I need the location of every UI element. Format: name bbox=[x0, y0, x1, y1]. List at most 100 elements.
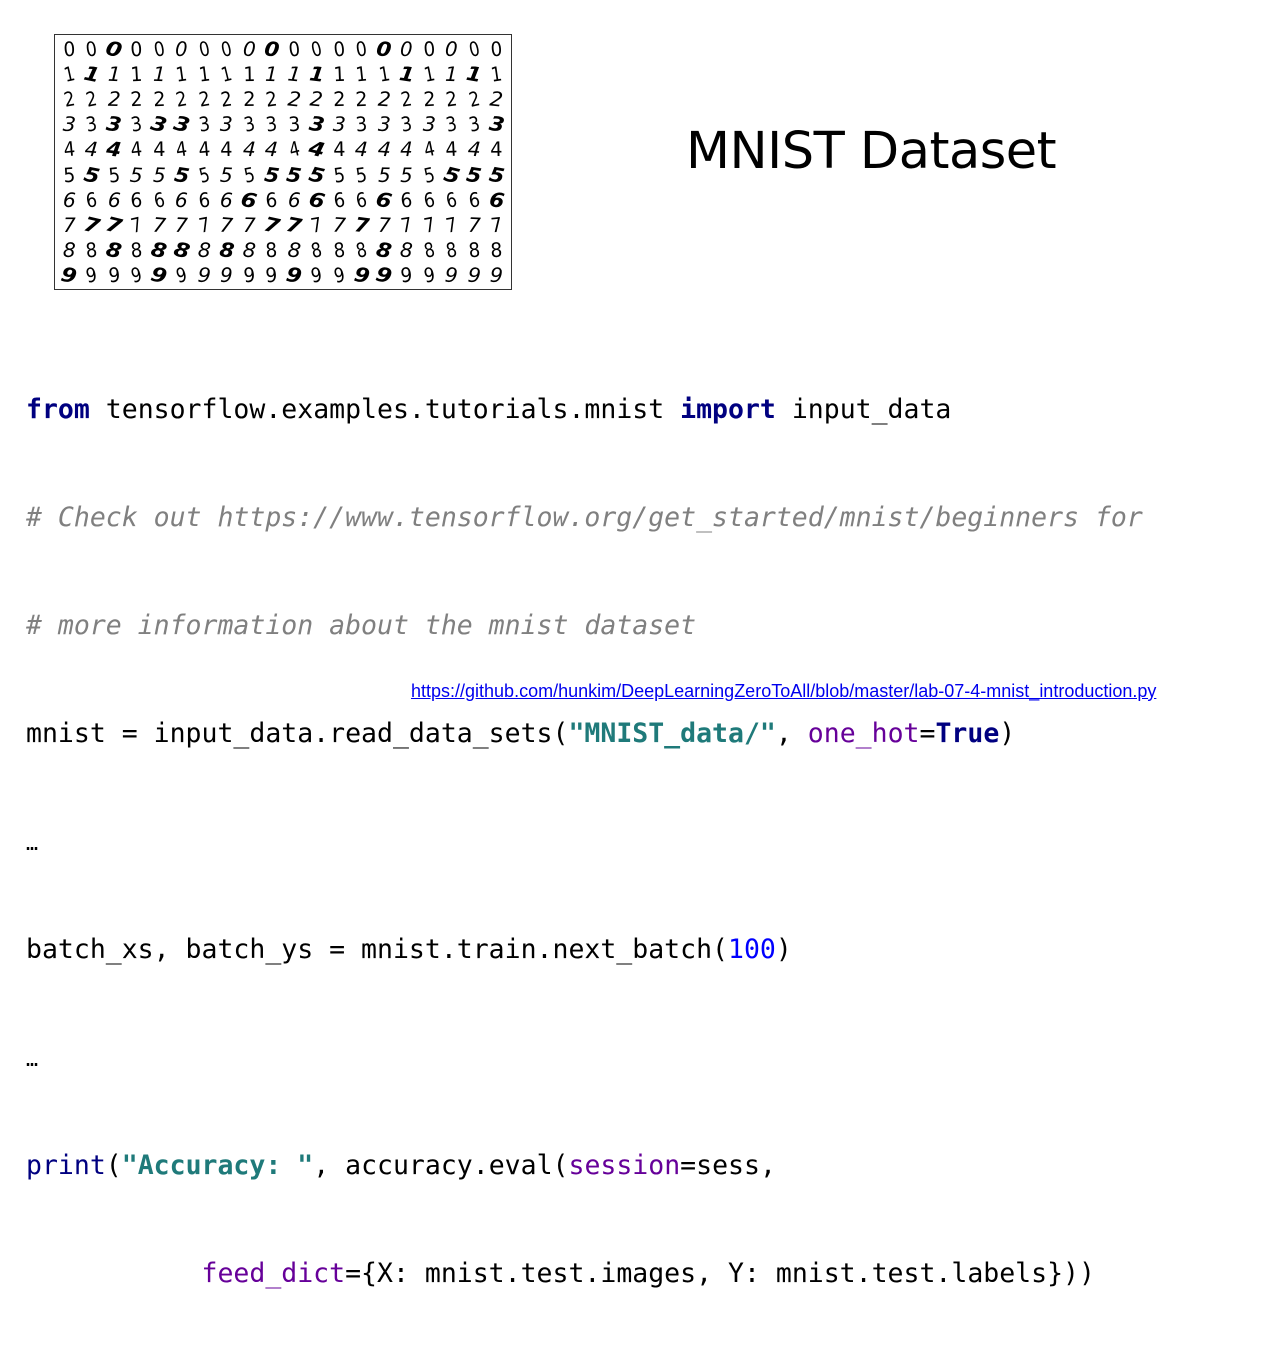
mnist-digit: 9 bbox=[351, 262, 372, 289]
mnist-digit: 9 bbox=[466, 262, 482, 288]
mnist-digit: 2 bbox=[309, 86, 325, 112]
mnist-row: 66666666666666666666 bbox=[58, 186, 508, 214]
mnist-digit: 2 bbox=[355, 86, 369, 112]
mnist-digit: 5 bbox=[62, 162, 76, 187]
mnist-digit: 2 bbox=[61, 86, 77, 112]
mnist-digit: 4 bbox=[286, 136, 303, 163]
mnist-digit: 2 bbox=[332, 86, 346, 112]
mnist-digit: 1 bbox=[489, 61, 504, 87]
code-text: , bbox=[775, 718, 808, 749]
mnist-digit: 8 bbox=[421, 237, 437, 264]
mnist-digit: 6 bbox=[354, 187, 370, 213]
code-text: ={X: mnist.test.images, Y: mnist.test.la… bbox=[345, 1258, 1095, 1289]
code-line-print: print("Accuracy: ", accuracy.eval(sessio… bbox=[26, 1148, 1246, 1184]
mnist-row: 88888888888888888888 bbox=[58, 236, 508, 264]
mnist-digit: 1 bbox=[174, 61, 189, 87]
code-text: , accuracy.eval( bbox=[313, 1150, 569, 1181]
mnist-digit: 9 bbox=[284, 262, 305, 289]
mnist-digit: 6 bbox=[399, 187, 414, 213]
mnist-digit: 7 bbox=[103, 211, 125, 239]
mnist-digit: 4 bbox=[264, 136, 280, 162]
code-line-feed-dict: feed_dict={X: mnist.test.images, Y: mnis… bbox=[26, 1256, 1246, 1292]
mnist-digit: 2 bbox=[399, 86, 415, 112]
mnist-digit: 3 bbox=[287, 111, 301, 137]
mnist-row: 55555555555555555555 bbox=[58, 161, 508, 188]
mnist-digit: 7 bbox=[399, 212, 414, 238]
mnist-digit: 3 bbox=[129, 111, 144, 137]
mnist-digit: 1 bbox=[354, 61, 369, 87]
mnist-digit: 1 bbox=[445, 61, 459, 86]
mnist-digit: 0 bbox=[151, 35, 167, 62]
code-text: batch_xs, batch_ys = mnist.train.next_ba… bbox=[26, 934, 728, 965]
mnist-digit: 1 bbox=[332, 61, 346, 87]
mnist-digit: 0 bbox=[84, 35, 99, 62]
mnist-digit: 0 bbox=[62, 36, 76, 61]
mnist-digit: 9 bbox=[444, 262, 460, 288]
mnist-digit: 6 bbox=[239, 186, 260, 214]
code-string: "Accuracy: " bbox=[121, 1150, 314, 1181]
mnist-digit: 1 bbox=[307, 60, 326, 87]
source-link[interactable]: https://github.com/hunkim/DeepLearningZe… bbox=[411, 681, 1156, 702]
mnist-digit: 7 bbox=[377, 212, 392, 238]
mnist-digit: 1 bbox=[286, 61, 303, 87]
mnist-digit: 3 bbox=[219, 111, 234, 137]
mnist-digit: 3 bbox=[332, 111, 347, 137]
mnist-digit: 7 bbox=[489, 212, 504, 238]
mnist-digit: 5 bbox=[332, 161, 347, 188]
mnist-digit: 3 bbox=[264, 111, 279, 137]
mnist-samples-image: 0000000000000000000011111111111111111111… bbox=[54, 34, 512, 290]
mnist-digit: 6 bbox=[174, 187, 189, 213]
mnist-digit: 5 bbox=[81, 161, 102, 188]
mnist-digit: 9 bbox=[107, 262, 121, 288]
mnist-row: 77777777777777777777 bbox=[58, 211, 508, 239]
mnist-digit: 4 bbox=[174, 136, 189, 163]
mnist-digit: 6 bbox=[151, 186, 167, 213]
mnist-digit: 8 bbox=[332, 237, 347, 263]
mnist-digit: 0 bbox=[375, 35, 394, 62]
mnist-row: 99999999999999999999 bbox=[58, 262, 508, 289]
mnist-digit: 1 bbox=[218, 60, 235, 87]
code-bool: True bbox=[935, 718, 1000, 749]
slide-title: MNIST Dataset bbox=[686, 122, 1057, 181]
mnist-digit: 4 bbox=[197, 136, 212, 162]
mnist-digit: 8 bbox=[171, 236, 193, 264]
mnist-digit: 0 bbox=[308, 35, 325, 62]
mnist-digit: 2 bbox=[84, 86, 100, 112]
mnist-row: 44444444444444444444 bbox=[58, 136, 508, 163]
mnist-digit: 0 bbox=[196, 35, 212, 62]
mnist-digit: 9 bbox=[84, 262, 100, 289]
mnist-digit: 5 bbox=[107, 162, 122, 188]
mnist-digit: 7 bbox=[309, 212, 325, 238]
code-line-ellipsis-2: … bbox=[26, 1040, 1246, 1076]
code-text: ( bbox=[105, 1150, 122, 1181]
mnist-digit: 4 bbox=[490, 137, 504, 162]
mnist-digit: 3 bbox=[105, 111, 124, 138]
code-number: 100 bbox=[728, 934, 776, 965]
mnist-digit: 8 bbox=[374, 237, 394, 264]
mnist-digit: 0 bbox=[287, 36, 302, 62]
mnist-digit: 3 bbox=[487, 111, 507, 138]
mnist-digit: 7 bbox=[467, 212, 482, 238]
mnist-digit: 7 bbox=[81, 211, 103, 239]
mnist-digit: 9 bbox=[220, 263, 234, 288]
mnist-digit: 9 bbox=[265, 263, 279, 288]
mnist-digit: 8 bbox=[84, 237, 99, 263]
mnist-digit: 4 bbox=[105, 136, 124, 163]
mnist-digit: 7 bbox=[196, 212, 212, 238]
mnist-digit: 0 bbox=[466, 35, 482, 62]
mnist-digit: 2 bbox=[107, 86, 121, 112]
mnist-digit: 1 bbox=[242, 61, 256, 86]
mnist-digit: 1 bbox=[197, 61, 212, 87]
mnist-digit: 6 bbox=[107, 187, 122, 213]
mnist-digit: 0 bbox=[332, 36, 347, 62]
mnist-digit: 4 bbox=[421, 136, 437, 163]
mnist-digit: 7 bbox=[219, 212, 235, 238]
mnist-digit: 1 bbox=[107, 61, 122, 87]
code-line-ellipsis-1: … bbox=[26, 824, 1246, 860]
mnist-digit: 2 bbox=[130, 86, 144, 112]
mnist-digit: 9 bbox=[421, 262, 437, 289]
mnist-digit: 9 bbox=[242, 262, 256, 288]
mnist-digit: 0 bbox=[262, 35, 281, 62]
mnist-digit: 0 bbox=[445, 36, 459, 61]
